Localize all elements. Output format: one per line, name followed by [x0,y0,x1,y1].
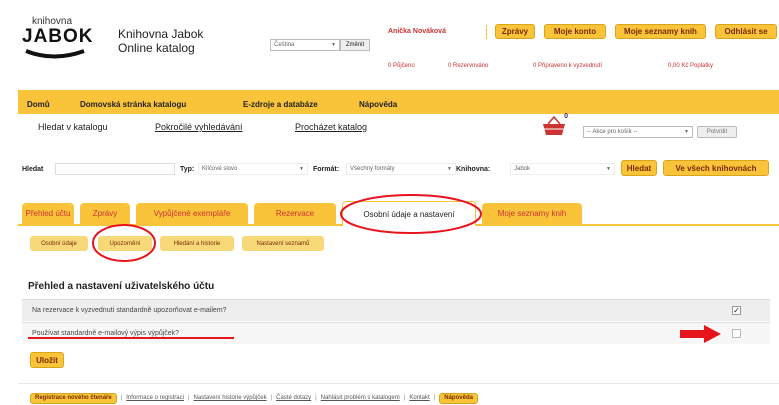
tab-loans[interactable]: Vypůjčené exempláře [136,203,248,224]
search-type-label: Typ: [180,166,195,173]
chevron-down-icon: ▼ [447,166,452,172]
logo-swash-icon [25,49,85,59]
cart-icon[interactable]: 0 [540,113,568,138]
tab-my-lists[interactable]: Moje seznamy knih [482,203,582,224]
user-name[interactable]: Anička Nováková [388,28,446,35]
footer-separator: | [187,395,190,401]
search-input[interactable] [55,163,175,175]
logout-button[interactable]: Odhlásit se [715,24,777,39]
setting-label-loans-email: Používat standardně e-mailový výpis výpů… [32,330,180,337]
catalog-title-line1: Knihovna Jabok [118,27,204,41]
setting-label-holds-email: Na rezervace k vyzvednutí standardně upo… [32,307,227,314]
setting-row-holds-email: Na rezervace k vyzvednutí standardně upo… [22,299,770,321]
divider [486,25,487,39]
search-label: Hledat [22,166,44,173]
format-value: Všechny formáty [350,166,395,172]
status-holds[interactable]: 0 Rezervováno [448,63,488,69]
change-language-button[interactable]: Změnit [340,39,370,51]
chevron-down-icon: ▼ [299,166,304,172]
setting-row-loans-email: Používat standardně e-mailový výpis výpů… [22,322,770,344]
footer-link-faq[interactable]: Časté dotazy [276,395,311,401]
search-catalog-link[interactable]: Hledat v katalogu [38,122,108,132]
library-label: Knihovna: [456,166,491,173]
save-button[interactable]: Uložit [30,352,64,368]
logo-line2: JABOK [22,26,94,47]
footer-help-button[interactable]: Nápověda [439,392,478,404]
footer-separator: | [270,395,273,401]
cart-action-value: -- Akce pro košík -- [587,129,638,135]
footer-link-history-settings[interactable]: Nastavení historie výpůjček [194,395,267,401]
library-select[interactable]: Jabok ▼ [510,163,615,175]
nav-help[interactable]: Nápověda [359,100,397,109]
footer-link-registration-info[interactable]: Informace o registraci [126,395,184,401]
search-all-libraries-button[interactable]: Ve všech knihovnách [663,160,769,176]
tab-messages[interactable]: Zprávy [80,203,130,224]
footer-divider [18,383,779,384]
footer-separator: | [315,395,317,401]
chevron-down-icon: ▼ [606,166,611,172]
footer-link-contact[interactable]: Kontakt [409,395,429,401]
nav-eresources[interactable]: E-zdroje a databáze [243,100,318,109]
messages-button[interactable]: Zprávy [495,24,535,39]
footer-separator: | [433,395,436,401]
footer-separator: | [403,395,406,401]
chevron-down-icon: ▼ [684,129,689,135]
footer-link-report-problem[interactable]: Nahlásit problém s katalogem [321,395,400,401]
register-button[interactable]: Registrace nového čtenáře [30,392,117,404]
status-fines[interactable]: 0,00 Kč Poplatky [668,63,713,69]
status-ready[interactable]: 0 Připraveno k vyzvednutí [533,63,602,69]
my-lists-button[interactable]: Moje seznamy knih [615,24,706,39]
footer-bar: Registrace nového čtenáře | Informace o … [30,392,478,404]
section-title: Přehled a nastavení uživatelského účtu [28,281,215,292]
library-logo[interactable]: knihovna JABOK [22,16,94,62]
search-type-select[interactable]: Klíčové slovo ▼ [198,163,308,175]
language-value: Čeština [274,42,295,48]
subtab-personal-info[interactable]: Osobní údaje [30,236,88,251]
highlight-underline [28,337,234,339]
highlight-ellipse-subtab [92,224,156,262]
checkbox-loans-email[interactable] [732,329,741,338]
my-account-button[interactable]: Moje konto [544,24,606,39]
subtab-list-settings[interactable]: Nastavení seznamů [242,236,324,251]
status-loans[interactable]: 0 Půjčeno [388,63,415,69]
catalog-title-line2: Online katalog [118,41,195,55]
tab-holds[interactable]: Rezervace [254,203,336,224]
nav-home[interactable]: Domů [27,100,50,109]
browse-catalog-link[interactable]: Procházet katalog [295,122,367,132]
search-type-value: Klíčové slovo [202,166,238,172]
chevron-down-icon: ▼ [331,42,336,48]
cart-count-badge: 0 [564,113,568,120]
tab-account-overview[interactable]: Přehled účtu [22,203,74,224]
advanced-search-link[interactable]: Pokročilé vyhledávání [155,122,243,132]
footer-separator: | [120,395,123,401]
library-value: Jabok [514,166,531,172]
nav-catalog-home[interactable]: Domovská stránka katalogu [80,100,186,109]
cart-confirm-button[interactable]: Potvrdit [697,126,737,138]
format-select[interactable]: Všechny formáty ▼ [346,163,456,175]
subtab-search-history[interactable]: Hledání a historie [160,236,234,251]
search-button[interactable]: Hledat [621,160,657,176]
format-label: Formát: [313,166,340,173]
arrow-right-icon [680,325,721,343]
catalog-title: Knihovna Jabok Online katalog [118,27,203,55]
highlight-ellipse-tab [340,194,482,234]
checkbox-holds-email[interactable]: ✓ [732,306,741,315]
language-select[interactable]: Čeština ▼ [270,39,340,51]
cart-action-select[interactable]: -- Akce pro košík -- ▼ [583,126,693,138]
